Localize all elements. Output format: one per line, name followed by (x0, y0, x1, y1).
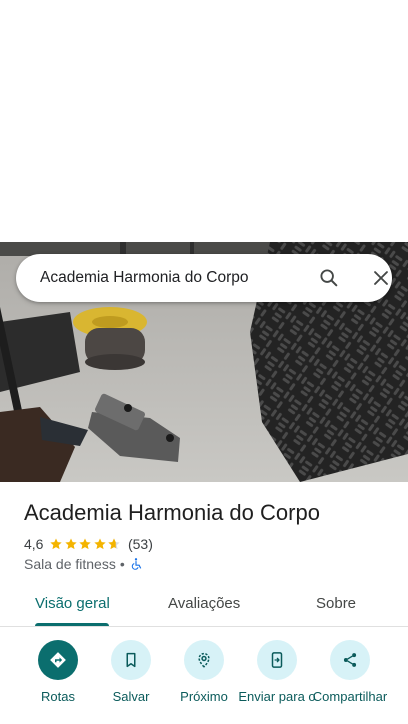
search-icon[interactable] (318, 267, 340, 289)
tab-bar: Visão geral Avaliações Sobre (0, 584, 408, 627)
category-row: Sala de fitness • (24, 555, 143, 573)
nearby-label: Próximo (180, 689, 228, 704)
save-button[interactable]: Salvar (91, 640, 171, 704)
place-category: Sala de fitness (24, 556, 116, 572)
star-icon (65, 538, 77, 550)
bookmark-icon (111, 640, 151, 680)
directions-icon (38, 640, 78, 680)
rating-value: 4,6 (24, 536, 44, 552)
search-input[interactable]: Academia Harmonia do Corpo (40, 269, 249, 287)
send-to-phone-icon (257, 640, 297, 680)
review-count: (53) (127, 536, 153, 552)
separator-dot: • (119, 556, 125, 572)
active-tab-indicator (35, 623, 109, 626)
star-icon (50, 538, 63, 550)
tab-reviews[interactable]: Avaliações (168, 595, 240, 612)
star-icon (94, 538, 106, 550)
tab-about[interactable]: Sobre (316, 595, 356, 612)
save-label: Salvar (112, 689, 150, 704)
directions-button[interactable]: Rotas (18, 640, 98, 704)
nearby-icon (184, 640, 224, 680)
close-icon[interactable] (370, 267, 392, 289)
wheelchair-accessible-icon (131, 558, 141, 570)
share-icon (330, 640, 370, 680)
send-to-phone-label: Enviar para o (238, 689, 316, 704)
share-label: Compartilhar (312, 689, 388, 704)
half-star-icon (108, 538, 121, 550)
place-title: Academia Harmonia do Corpo (24, 500, 320, 525)
search-bar[interactable]: Academia Harmonia do Corpo (16, 254, 392, 302)
nearby-button[interactable]: Próximo (164, 640, 244, 704)
send-to-phone-button[interactable]: Enviar para o (237, 640, 317, 704)
directions-label: Rotas (41, 689, 75, 704)
action-bar: Rotas Salvar Próximo Enviar para o Compa… (0, 640, 408, 724)
share-button[interactable]: Compartilhar (310, 640, 390, 704)
star-rating (49, 537, 122, 551)
tab-overview[interactable]: Visão geral (35, 595, 110, 612)
star-icon (79, 538, 92, 550)
rating-row[interactable]: 4,6 (53) (24, 535, 153, 553)
